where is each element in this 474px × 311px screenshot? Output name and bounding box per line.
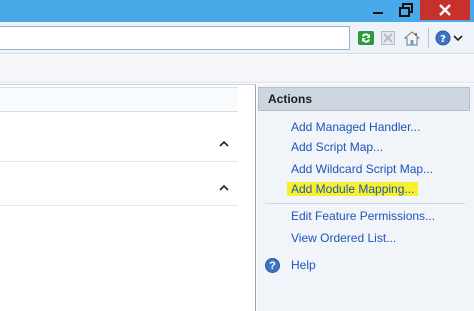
minimize-icon xyxy=(373,12,383,14)
group-row[interactable] xyxy=(0,172,238,206)
home-button[interactable] xyxy=(402,28,422,48)
actions-separator xyxy=(265,203,465,204)
address-input[interactable] xyxy=(0,26,350,50)
help-icon: ? xyxy=(435,30,463,46)
toolbar-separator xyxy=(428,28,429,48)
action-edit-feature-permissions[interactable]: Edit Feature Permissions... xyxy=(291,209,435,223)
action-add-managed-handler[interactable]: Add Managed Handler... xyxy=(291,120,420,134)
stop-icon xyxy=(381,31,395,45)
actions-header: Actions xyxy=(258,87,470,111)
svg-text:?: ? xyxy=(440,34,446,45)
refresh-button[interactable] xyxy=(356,28,376,48)
restore-button[interactable] xyxy=(392,0,420,20)
minimize-button[interactable] xyxy=(364,0,392,20)
action-add-script-map[interactable]: Add Script Map... xyxy=(291,140,383,154)
actions-title: Actions xyxy=(268,92,313,106)
help-icon: ? xyxy=(265,258,280,273)
home-icon xyxy=(404,30,420,45)
chevron-up-icon xyxy=(219,140,229,147)
action-help[interactable]: Help xyxy=(291,258,316,272)
refresh-icon xyxy=(358,31,374,45)
group-row[interactable] xyxy=(0,128,238,162)
chevron-up-icon xyxy=(219,184,229,191)
action-view-ordered-list[interactable]: View Ordered List... xyxy=(291,231,396,245)
menu-bar xyxy=(0,55,474,83)
action-add-module-mapping[interactable]: Add Module Mapping... xyxy=(287,182,419,196)
actions-pane: Actions Add Managed Handler... Add Scrip… xyxy=(257,84,474,311)
help-menu-button[interactable]: ? xyxy=(434,28,464,48)
restore-icon xyxy=(399,3,413,17)
collapse-chevron-button[interactable] xyxy=(218,181,230,193)
address-toolbar: ? xyxy=(0,22,474,54)
grid-header xyxy=(0,87,238,112)
action-add-wildcard-script-map[interactable]: Add Wildcard Script Map... xyxy=(291,162,433,176)
collapse-chevron-button[interactable] xyxy=(218,137,230,149)
stop-button[interactable] xyxy=(378,28,398,48)
window-titlebar xyxy=(0,0,474,22)
close-icon xyxy=(439,4,451,16)
close-button[interactable] xyxy=(420,0,470,20)
